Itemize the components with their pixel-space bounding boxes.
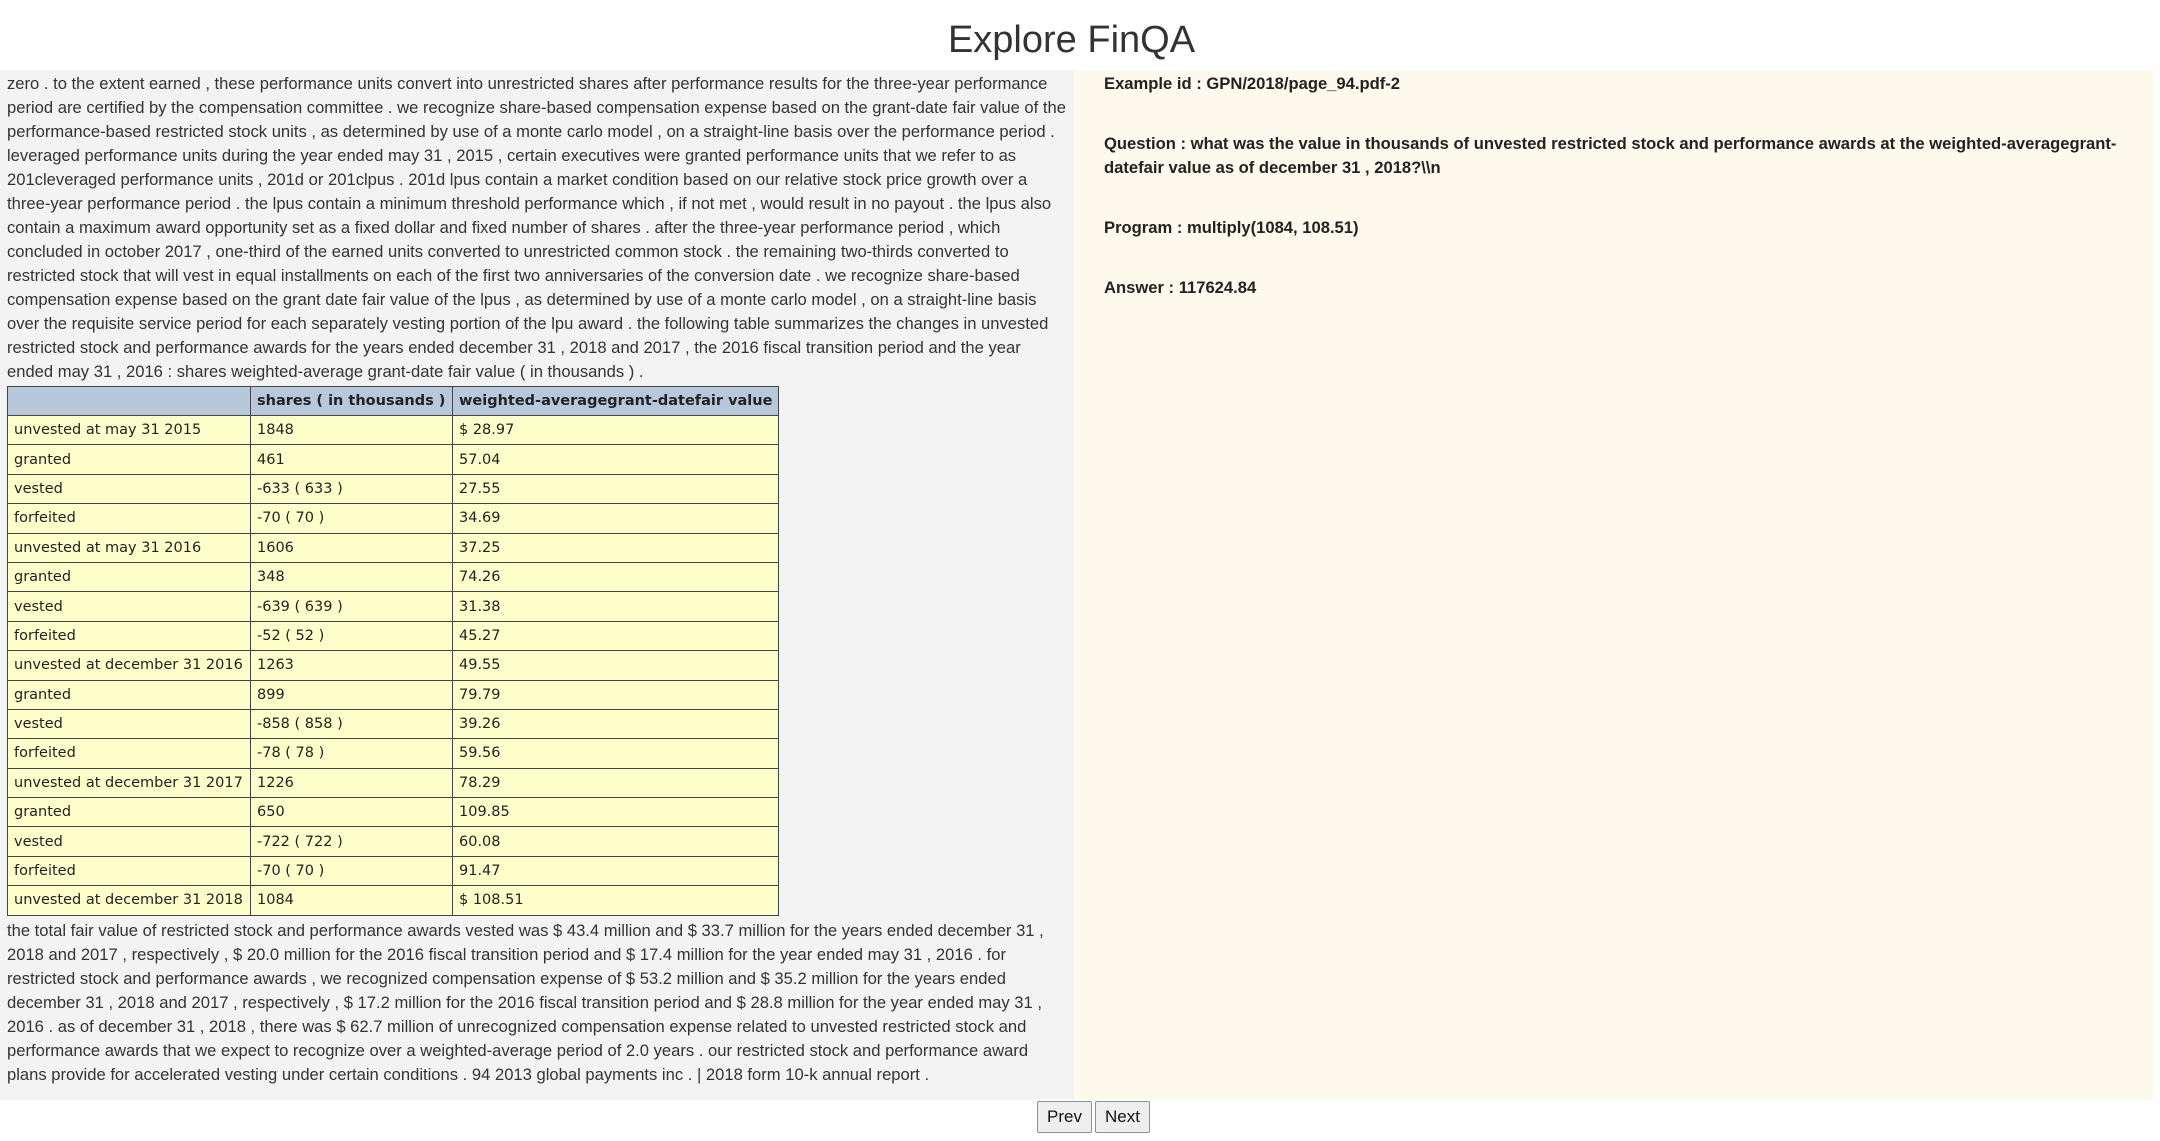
table-cell: 34.69 [451,503,780,534]
table-cell: 1226 [250,767,453,799]
table-cell: 74.26 [451,561,780,593]
table-cell: 899 [250,679,453,710]
page: Explore FinQA zero . to the extent earne… [0,0,2160,1141]
answer-text: Answer : 117624.84 [1104,278,1257,297]
table-cell: 39.26 [451,708,780,740]
table-cell: -722 ( 722 ) [250,826,453,857]
table-cell: vested [7,473,251,505]
table-cell: granted [7,679,251,710]
table-cell: -633 ( 633 ) [250,473,453,505]
table-row: vested -722 ( 722 ) 60.08 [7,826,780,857]
table-cell: vested [7,708,251,740]
table-body: unvested at may 31 2015 1848 $ 28.97 grante… [7,414,780,916]
table-row: unvested at december 31 2016 1263 49.55 [7,650,780,681]
table-row: vested -633 ( 633 ) 27.55 [7,473,780,505]
table-cell: granted [7,797,251,828]
table-cell: 37.25 [451,532,780,563]
table-cell: 49.55 [451,650,780,681]
table-cell: 1084 [250,885,453,916]
table-cell: $ 108.51 [451,885,780,916]
table-cell: 57.04 [451,444,780,475]
table-cell: -858 ( 858 ) [250,708,453,740]
table-row: forfeited -78 ( 78 ) 59.56 [7,738,780,769]
table-row: granted 899 79.79 [7,679,780,710]
program-text: Program : multiply(1084, 108.51) [1104,218,1359,237]
pre-text: zero . to the extent earned , these perf… [7,74,1066,381]
table-header-cell: weighted-averagegrant-datefair value [451,386,780,416]
table-cell: -639 ( 639 ) [250,591,453,622]
table-cell: 1263 [250,650,453,681]
table-cell: 78.29 [451,767,780,799]
prev-button[interactable]: Prev [1037,1101,1092,1133]
table-cell: unvested at december 31 2018 [7,885,251,916]
table-row: unvested at december 31 2018 1084 $ 108.51 [7,885,780,916]
table-cell: vested [7,826,251,857]
table-cell: unvested at december 31 2016 [7,650,251,681]
table-cell: granted [7,444,251,475]
table-cell: 59.56 [451,738,780,769]
table-cell: 461 [250,444,453,475]
table-row: unvested at may 31 2016 1606 37.25 [7,532,780,563]
table-row: vested -858 ( 858 ) 39.26 [7,708,780,740]
table-header-cell: shares ( in thousands ) [250,386,453,416]
table-row: unvested at december 31 2017 1226 78.29 [7,767,780,799]
context-panel: zero . to the extent earned , these perf… [0,70,1074,1100]
table-cell: 109.85 [451,797,780,828]
table-row: granted 461 57.04 [7,444,780,475]
table-row: forfeited -52 ( 52 ) 45.27 [7,620,780,652]
table-cell: unvested at may 31 2015 [7,414,251,446]
table-cell: -70 ( 70 ) [250,503,453,534]
table-row: forfeited -70 ( 70 ) 91.47 [7,855,780,887]
question-text: Question : what was the value in thousan… [1104,134,2117,177]
table-cell: forfeited [7,620,251,652]
table-row: granted 650 109.85 [7,797,780,828]
page-title: Explore FinQA [947,19,1196,61]
financial-table: shares ( in thousands ) weighted-average… [7,386,780,916]
table-cell: -70 ( 70 ) [250,855,453,887]
table-cell: forfeited [7,738,251,769]
table-cell: forfeited [7,503,251,534]
next-button[interactable]: Next [1095,1101,1150,1133]
table-header-cell [7,386,251,416]
table-header-row: shares ( in thousands ) weighted-average… [7,386,780,416]
table-row: unvested at may 31 2015 1848 $ 28.97 [7,414,780,446]
table-row: vested -639 ( 639 ) 31.38 [7,591,780,622]
table-cell: granted [7,561,251,593]
table-cell: 79.79 [451,679,780,710]
table-cell: 31.38 [451,591,780,622]
table-cell: 27.55 [451,473,780,505]
table-cell: unvested at may 31 2016 [7,532,251,563]
post-text: the total fair value of restricted stock… [7,920,1044,1084]
table-cell: vested [7,591,251,622]
table-cell: 45.27 [451,620,780,652]
table-cell: 91.47 [451,855,780,887]
example-id: Example id : GPN/2018/page_94.pdf-2 [1104,74,1401,93]
table-cell: 650 [250,797,453,828]
table-cell: -52 ( 52 ) [250,620,453,652]
table-cell: 1848 [250,414,453,446]
table-cell: 60.08 [451,826,780,857]
table-cell: $ 28.97 [451,414,780,446]
table-cell: 1606 [250,532,453,563]
table-cell: unvested at december 31 2017 [7,767,251,799]
table-row: forfeited -70 ( 70 ) 34.69 [7,503,780,534]
table-cell: forfeited [7,855,251,887]
table-row: granted 348 74.26 [7,561,780,593]
table-cell: -78 ( 78 ) [250,738,453,769]
table-cell: 348 [250,561,453,593]
